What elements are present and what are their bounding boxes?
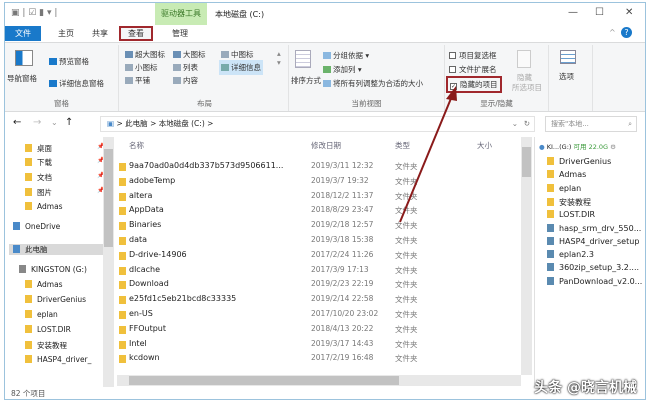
annotation-arrow [399, 86, 457, 223]
